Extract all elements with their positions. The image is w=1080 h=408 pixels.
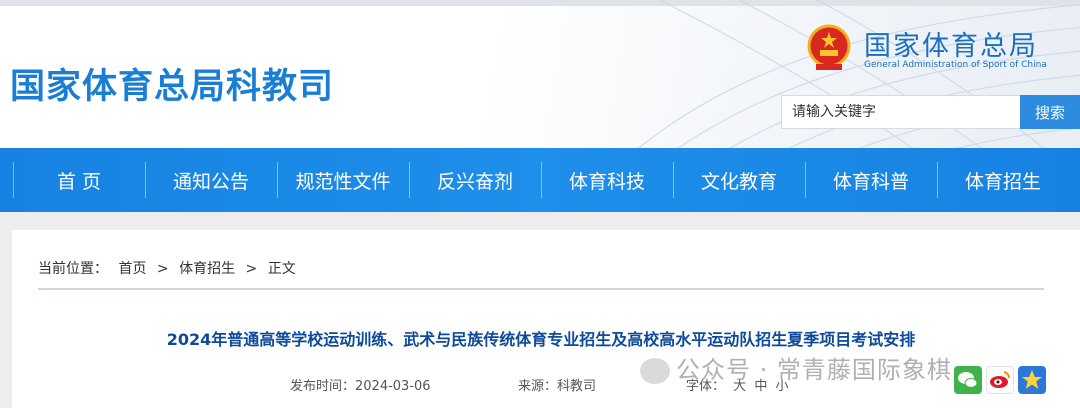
department-title[interactable]: 国家体育总局科教司 (10, 58, 334, 109)
wechat-logo-icon (640, 358, 670, 384)
nav-item-culture-education[interactable]: 文化教育 (673, 148, 805, 212)
wechat-watermark: 公众号 · 常青藤国际象棋 (640, 350, 952, 385)
org-name-chinese[interactable]: 国家体育总局 (864, 24, 1038, 63)
nav-item-home[interactable]: 首 页 (13, 148, 145, 212)
breadcrumb-current: 正文 (267, 261, 296, 277)
breadcrumb-label: 当前位置： (38, 261, 108, 277)
breadcrumb-home-link[interactable]: 首页 (118, 261, 146, 277)
nav-item-notices[interactable]: 通知公告 (145, 148, 277, 212)
publish-date: 发布时间：2024-03-06 (290, 375, 431, 394)
share-wechat-icon[interactable] (954, 366, 982, 394)
main-navigation: 首 页 通知公告 规范性文件 反兴奋剂 体育科技 文化教育 体育科普 体育招生 (0, 148, 1080, 212)
site-header: 国家体育总局科教司 国家体育总局 General Administration … (0, 0, 1080, 148)
nav-item-anti-doping[interactable]: 反兴奋剂 (409, 148, 541, 212)
publish-date-value: 2024-03-06 (355, 379, 431, 394)
nav-item-sports-science[interactable]: 体育科普 (805, 148, 937, 212)
breadcrumb: 当前位置： 首页 > 体育招生 > 正文 (38, 258, 302, 278)
source-label: 来源： (518, 379, 558, 394)
nav-list: 首 页 通知公告 规范性文件 反兴奋剂 体育科技 文化教育 体育科普 体育招生 (0, 148, 1080, 212)
org-name-english: General Administration of Sport of China (864, 60, 1047, 70)
nav-item-regulations[interactable]: 规范性文件 (277, 148, 409, 212)
breadcrumb-divider (38, 288, 1044, 290)
source-value: 科教司 (557, 379, 597, 394)
nav-item-sports-tech[interactable]: 体育科技 (541, 148, 673, 212)
share-favorite-star-icon[interactable] (1018, 366, 1046, 394)
share-weibo-icon[interactable] (986, 366, 1014, 394)
article-source: 来源：科教司 (518, 375, 596, 394)
watermark-text: 公众号 · 常青藤国际象棋 (676, 356, 952, 384)
breadcrumb-separator: > (156, 261, 169, 277)
breadcrumb-separator: > (245, 261, 258, 277)
search-input[interactable] (781, 95, 1021, 129)
search-button[interactable]: 搜索 (1020, 95, 1080, 129)
nav-item-sports-admission[interactable]: 体育招生 (937, 148, 1069, 212)
article-title: 2024年普通高等学校运动训练、武术与民族传统体育专业招生及高校高水平运动队招生… (166, 330, 916, 349)
national-emblem-icon (807, 24, 851, 70)
publish-date-label: 发布时间： (290, 379, 356, 394)
breadcrumb-section-link[interactable]: 体育招生 (179, 261, 235, 277)
